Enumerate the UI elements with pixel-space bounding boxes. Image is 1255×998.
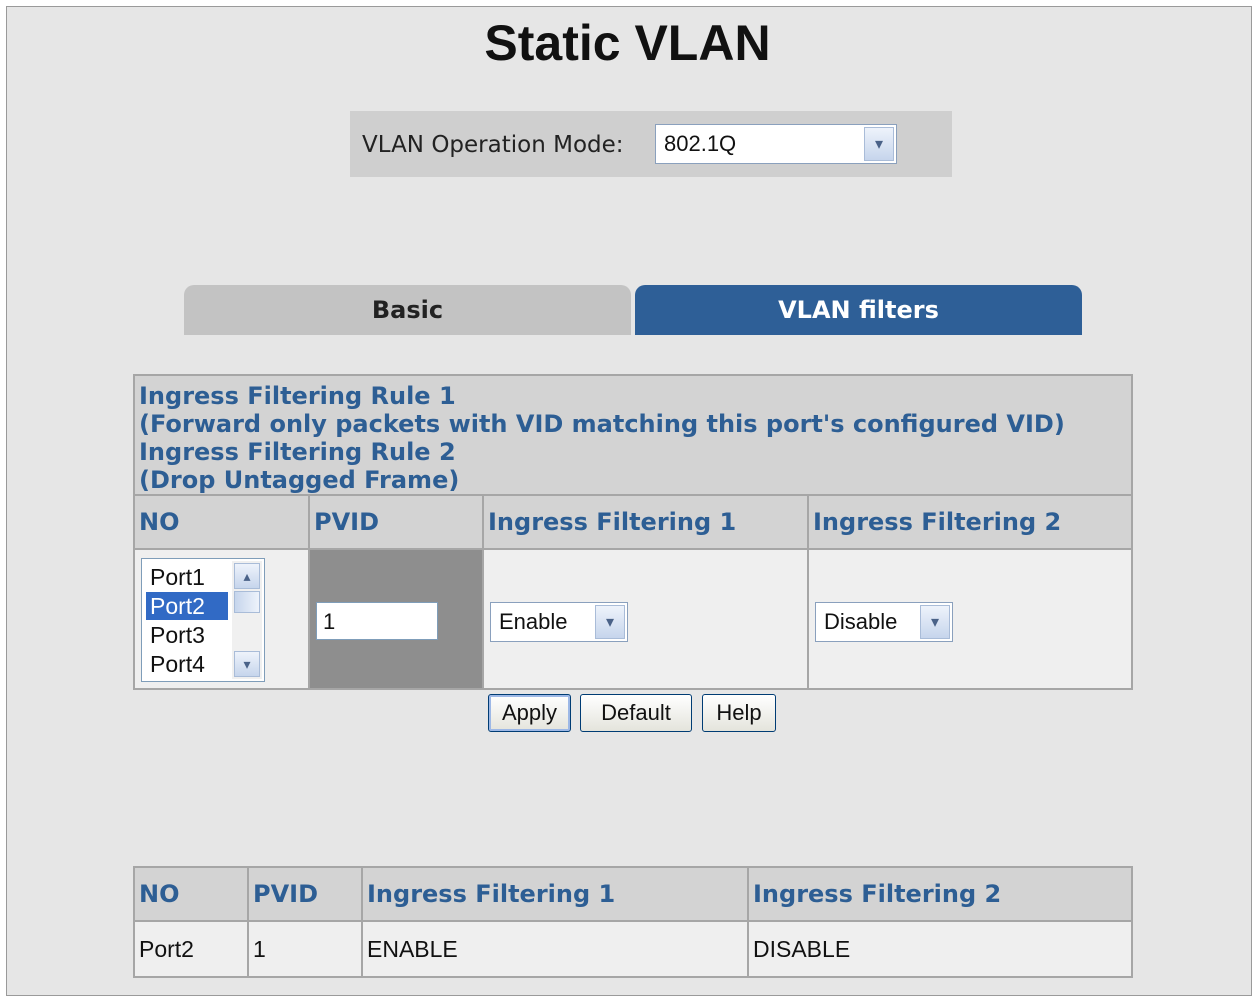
ingress-filtering-1-value: Enable xyxy=(499,609,568,634)
port-listbox[interactable]: Port1 Port2 Port3 Port4 ▴ ▾ xyxy=(141,558,265,682)
summary-table: NO PVID Ingress Filtering 1 Ingress Filt… xyxy=(133,866,1133,978)
ingress-filtering-2-value: Disable xyxy=(824,609,898,634)
vlan-filter-table: Ingress Filtering Rule 1 (Forward only p… xyxy=(133,374,1133,690)
summary-cell-pvid: 1 xyxy=(253,935,266,962)
divider xyxy=(482,496,484,548)
table-row: Port1 Port2 Port3 Port4 ▴ ▾ 1 Enable ▾ D… xyxy=(135,550,1131,688)
port-option[interactable]: Port3 xyxy=(146,621,228,649)
divider xyxy=(247,868,249,976)
header-no: NO xyxy=(139,508,180,536)
chevron-down-icon[interactable]: ▾ xyxy=(864,127,894,161)
vlan-mode-select[interactable]: 802.1Q ▾ xyxy=(655,124,897,164)
summary-header-ingress-1: Ingress Filtering 1 xyxy=(367,880,616,908)
help-button[interactable]: Help xyxy=(702,694,776,732)
header-ingress-filtering-2: Ingress Filtering 2 xyxy=(813,508,1062,536)
divider xyxy=(747,868,749,976)
port-option-selected[interactable]: Port2 xyxy=(146,592,228,620)
tab-vlan-filters[interactable]: VLAN filters xyxy=(635,285,1082,335)
ingress-filtering-2-select[interactable]: Disable ▾ xyxy=(815,602,953,642)
ingress-filtering-1-select[interactable]: Enable ▾ xyxy=(490,602,628,642)
summary-cell-port: Port2 xyxy=(139,935,194,962)
summary-cell-ingress-2: DISABLE xyxy=(753,935,851,962)
summary-cell-ingress-1: ENABLE xyxy=(367,935,458,962)
chevron-down-icon[interactable]: ▾ xyxy=(234,651,260,677)
table-header: NO PVID Ingress Filtering 1 Ingress Filt… xyxy=(135,496,1131,550)
header-pvid: PVID xyxy=(314,508,380,536)
divider xyxy=(807,550,809,688)
rule2-title: Ingress Filtering Rule 2 xyxy=(139,438,456,466)
pvid-input[interactable]: 1 xyxy=(316,602,438,640)
apply-button[interactable]: Apply xyxy=(488,694,571,732)
header-ingress-filtering-1: Ingress Filtering 1 xyxy=(488,508,737,536)
summary-header-no: NO xyxy=(139,880,180,908)
rule1-title: Ingress Filtering Rule 1 xyxy=(139,382,456,410)
port-option[interactable]: Port4 xyxy=(146,650,228,678)
chevron-up-icon[interactable]: ▴ xyxy=(234,563,260,589)
rule1-description: (Forward only packets with VID matching … xyxy=(139,410,1065,438)
filtering-rules-description: Ingress Filtering Rule 1 (Forward only p… xyxy=(135,376,1131,496)
divider xyxy=(308,550,310,688)
divider xyxy=(308,496,310,548)
vlan-mode-label: VLAN Operation Mode: xyxy=(362,132,624,158)
rule2-description: (Drop Untagged Frame) xyxy=(139,466,460,494)
chevron-down-icon[interactable]: ▾ xyxy=(595,605,625,639)
summary-header-pvid: PVID xyxy=(253,880,319,908)
scrollbar-thumb[interactable] xyxy=(234,591,260,613)
divider xyxy=(807,496,809,548)
divider xyxy=(482,550,484,688)
chevron-down-icon[interactable]: ▾ xyxy=(920,605,950,639)
port-option[interactable]: Port1 xyxy=(146,563,228,591)
default-button[interactable]: Default xyxy=(580,694,692,732)
tab-basic[interactable]: Basic xyxy=(184,285,631,335)
vlan-mode-value: 802.1Q xyxy=(664,131,737,156)
divider xyxy=(361,868,363,976)
page-title: Static VLAN xyxy=(484,15,771,71)
summary-header-ingress-2: Ingress Filtering 2 xyxy=(753,880,1002,908)
listbox-scrollbar[interactable]: ▴ ▾ xyxy=(232,561,262,679)
